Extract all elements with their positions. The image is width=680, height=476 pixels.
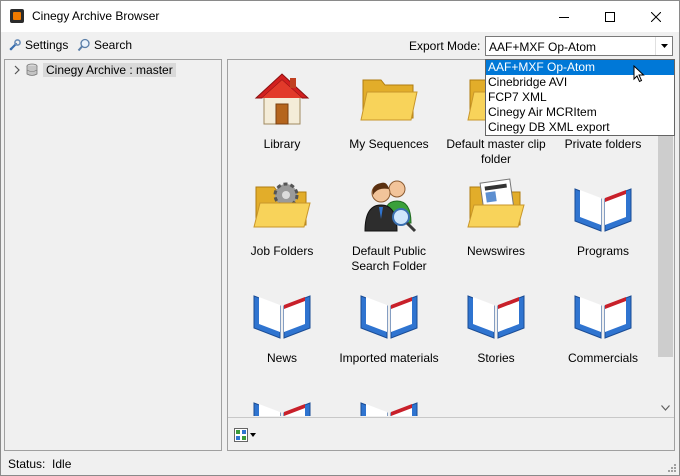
tile-partial[interactable] bbox=[228, 387, 336, 416]
app-window: Cinegy Archive Browser Settings Search E… bbox=[0, 0, 680, 476]
tile-programs[interactable]: Programs bbox=[549, 173, 657, 259]
search-label: Search bbox=[94, 38, 133, 52]
tile-label: Programs bbox=[576, 244, 629, 258]
tree-node-root[interactable]: Cinegy Archive : master bbox=[13, 63, 176, 77]
status-value: Idle bbox=[52, 457, 72, 471]
dropdown-arrow-button[interactable] bbox=[655, 37, 672, 55]
database-icon bbox=[26, 63, 38, 76]
status-label: Status: bbox=[8, 457, 46, 471]
export-mode-label: Export Mode: bbox=[409, 39, 481, 53]
tile-job-folders[interactable]: Job Folders bbox=[228, 173, 336, 259]
settings-button[interactable]: Settings bbox=[8, 38, 68, 52]
view-bar bbox=[228, 417, 674, 450]
export-option[interactable]: Cinebridge AVI bbox=[486, 75, 674, 90]
library-house-icon bbox=[254, 73, 310, 125]
book-icon bbox=[574, 188, 632, 232]
tile-library[interactable]: Library bbox=[228, 66, 336, 152]
book-icon bbox=[360, 295, 418, 339]
tile-label: Default Public Search Folder bbox=[351, 244, 427, 273]
tile-default-public-search-folder[interactable]: Default Public Search Folder bbox=[335, 173, 443, 274]
status-bar: Status: Idle bbox=[1, 453, 679, 475]
close-button[interactable] bbox=[633, 1, 679, 32]
book-icon bbox=[360, 402, 418, 416]
tree-pane: Cinegy Archive : master bbox=[4, 59, 222, 451]
tile-label: Imported materials bbox=[339, 351, 439, 365]
export-mode-select[interactable]: AAF+MXF Op-Atom bbox=[485, 36, 673, 56]
minimize-button[interactable] bbox=[541, 1, 587, 32]
minimize-icon bbox=[559, 16, 569, 18]
people-search-icon bbox=[364, 180, 417, 233]
resize-grip-icon[interactable] bbox=[666, 462, 676, 472]
newspaper-folder-icon bbox=[467, 178, 525, 228]
settings-label: Settings bbox=[25, 38, 69, 52]
window-title: Cinegy Archive Browser bbox=[32, 9, 160, 23]
tile-stories[interactable]: Stories bbox=[442, 280, 550, 366]
search-button[interactable]: Search bbox=[77, 38, 132, 52]
status-text: Status: Idle bbox=[8, 457, 71, 471]
book-icon bbox=[253, 402, 311, 416]
tile-label: Library bbox=[263, 137, 301, 151]
title-bar: Cinegy Archive Browser bbox=[1, 1, 679, 32]
cinegy-app-icon bbox=[10, 9, 24, 23]
book-icon bbox=[253, 295, 311, 339]
settings-icon bbox=[9, 39, 21, 51]
tile-label: Commercials bbox=[567, 351, 638, 365]
chevron-down-icon bbox=[660, 44, 668, 48]
export-option[interactable]: FCP7 XML bbox=[486, 90, 674, 105]
tile-news[interactable]: News bbox=[228, 280, 336, 366]
maximize-icon bbox=[605, 11, 615, 22]
tile-label: Private folders bbox=[564, 137, 642, 151]
gear-folder-icon bbox=[253, 182, 311, 228]
tile-commercials[interactable]: Commercials bbox=[549, 280, 657, 366]
view-grid-icon bbox=[234, 428, 248, 442]
tile-label: Default master clip folder bbox=[446, 137, 546, 166]
tile-my-sequences[interactable]: My Sequences bbox=[335, 66, 443, 152]
tile-newswires[interactable]: Newswires bbox=[442, 173, 550, 259]
export-mode-dropdown: AAF+MXF Op-Atom Cinebridge AVI FCP7 XML … bbox=[485, 59, 675, 136]
book-icon bbox=[467, 295, 525, 339]
tile-partial[interactable] bbox=[335, 387, 443, 416]
tile-label: Stories bbox=[477, 351, 515, 365]
tile-label: My Sequences bbox=[349, 137, 429, 151]
chevron-right-icon[interactable] bbox=[13, 65, 21, 75]
export-mode-value: AAF+MXF Op-Atom bbox=[489, 40, 597, 54]
scroll-down-icon[interactable] bbox=[661, 405, 670, 411]
close-icon bbox=[651, 11, 661, 22]
book-icon bbox=[574, 295, 632, 339]
export-option[interactable]: Cinegy Air MCRItem bbox=[486, 105, 674, 120]
mouse-pointer-icon bbox=[633, 65, 645, 83]
tile-imported-materials[interactable]: Imported materials bbox=[335, 280, 443, 366]
export-option[interactable]: AAF+MXF Op-Atom bbox=[486, 60, 674, 75]
search-icon bbox=[77, 38, 90, 52]
chevron-down-icon bbox=[250, 433, 256, 437]
tile-label: Job Folders bbox=[250, 244, 314, 258]
toolbar: Settings Search Export Mode: AAF+MXF Op-… bbox=[1, 32, 679, 60]
view-mode-button[interactable] bbox=[234, 428, 256, 442]
tile-label: Newswires bbox=[466, 244, 525, 258]
folder-icon bbox=[360, 79, 418, 121]
maximize-button[interactable] bbox=[587, 1, 633, 32]
tile-label: News bbox=[266, 351, 297, 365]
export-option[interactable]: Cinegy DB XML export bbox=[486, 120, 674, 135]
tree-node-label: Cinegy Archive : master bbox=[43, 63, 176, 77]
